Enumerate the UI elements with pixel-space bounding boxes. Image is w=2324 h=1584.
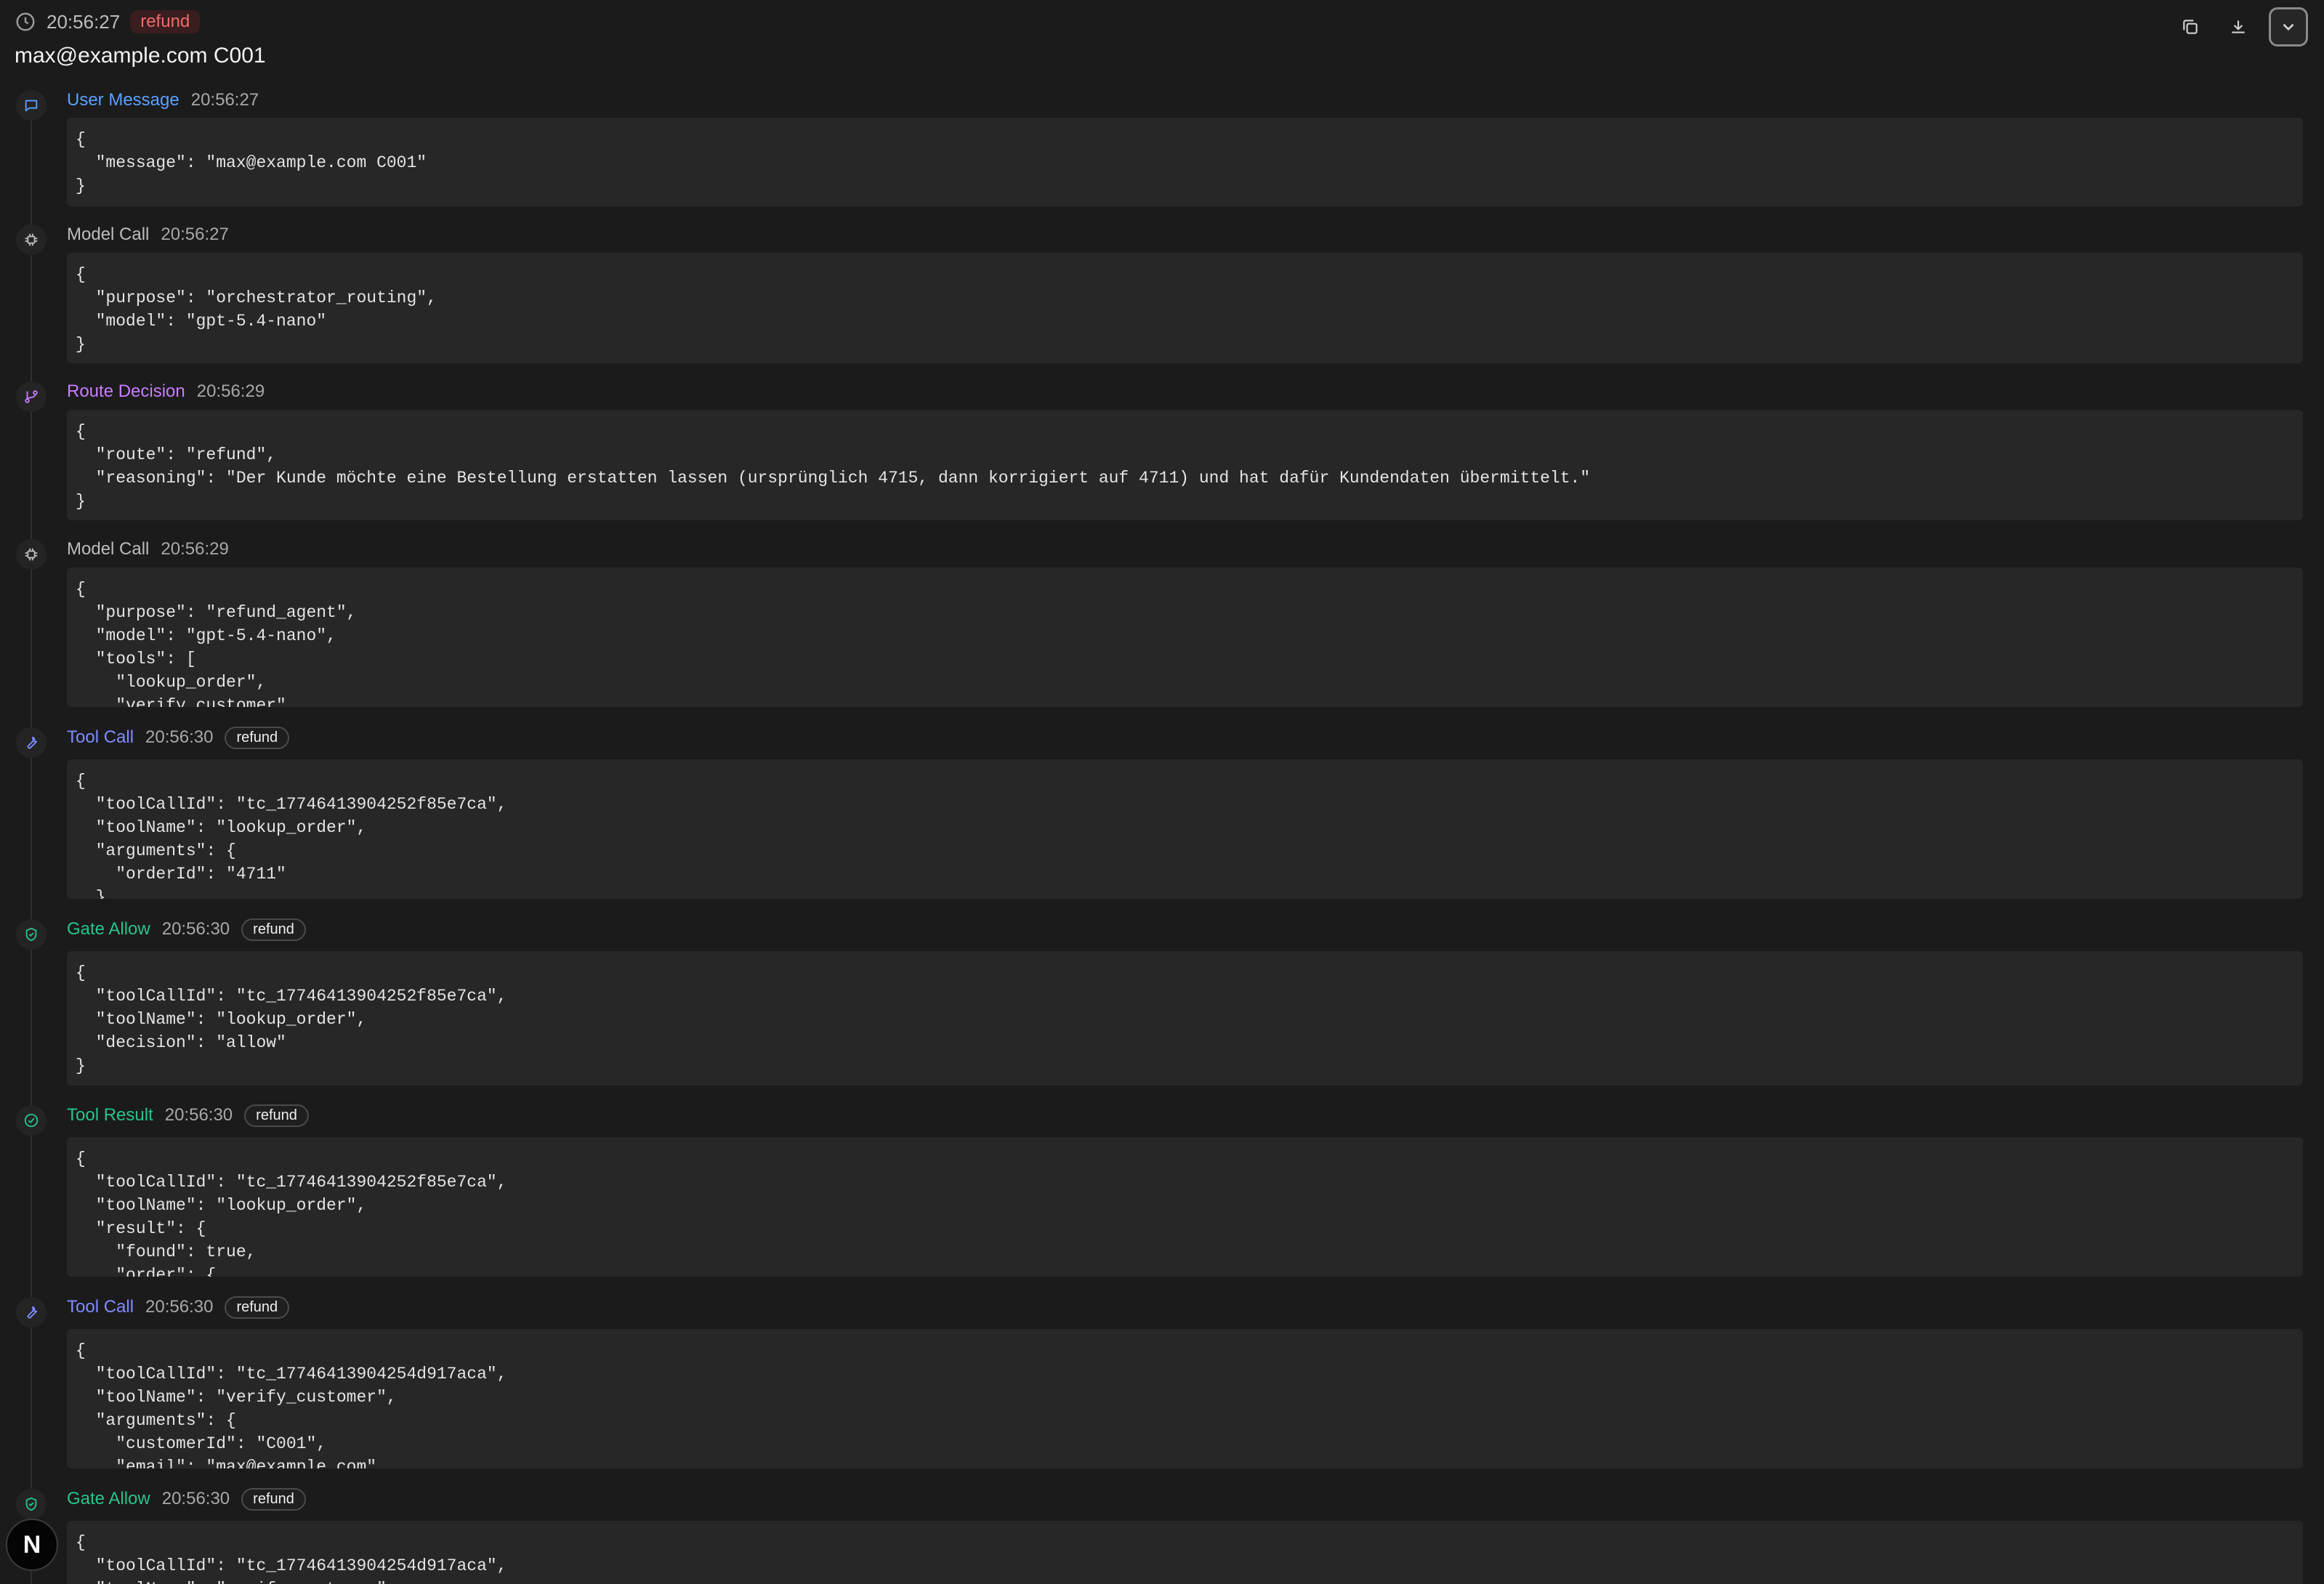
event-payload[interactable]: { "toolCallId": "tc_17746413904252f85e7c… xyxy=(67,1137,2303,1277)
event-type: Gate Allow xyxy=(67,1489,150,1508)
cpu-icon xyxy=(16,539,47,570)
event-json: { "toolCallId": "tc_17746413904252f85e7c… xyxy=(76,772,507,899)
event-header: Gate Allow 20:56:30 refund xyxy=(67,916,306,942)
event-time: 20:56:27 xyxy=(190,90,259,110)
event-payload[interactable]: { "purpose": "orchestrator_routing", "mo… xyxy=(67,253,2303,363)
trace-actions xyxy=(2173,7,2308,47)
event-json: { "message": "max@example.com C001" } xyxy=(76,130,427,195)
cpu-icon xyxy=(16,225,47,255)
app-logo[interactable]: N xyxy=(6,1519,58,1571)
event-type: Tool Call xyxy=(67,1297,134,1317)
event-json: { "purpose": "orchestrator_routing", "mo… xyxy=(76,265,437,354)
download-button[interactable] xyxy=(2221,9,2256,44)
event-header: Gate Allow 20:56:30 refund xyxy=(67,1486,306,1512)
wrench-icon xyxy=(16,727,47,758)
event-json: { "toolCallId": "tc_17746413904254d917ac… xyxy=(76,1341,507,1468)
event-route-tag: refund xyxy=(225,1296,290,1319)
event-time: 20:56:30 xyxy=(161,919,230,939)
event-header: User Message 20:56:27 xyxy=(67,87,259,113)
event-time: 20:56:27 xyxy=(161,225,229,244)
event-time: 20:56:30 xyxy=(164,1105,233,1125)
download-icon xyxy=(2232,20,2245,33)
event-payload[interactable]: { "purpose": "refund_agent", "model": "g… xyxy=(67,567,2303,707)
event-type: Gate Allow xyxy=(67,919,150,939)
event-payload[interactable]: { "message": "max@example.com C001" } xyxy=(67,118,2303,206)
copy-button[interactable] xyxy=(2173,9,2208,44)
event-json: { "toolCallId": "tc_17746413904252f85e7c… xyxy=(76,963,507,1075)
copy-icon xyxy=(2183,20,2198,34)
event-time: 20:56:30 xyxy=(145,727,214,747)
event-time: 20:56:30 xyxy=(145,1297,214,1317)
event-header: Route Decision 20:56:29 xyxy=(67,379,265,405)
event-route-tag: refund xyxy=(244,1104,309,1127)
event-header: Tool Call 20:56:30 refund xyxy=(67,1294,290,1320)
chevron-down-icon xyxy=(2283,23,2294,31)
event-type: User Message xyxy=(67,90,179,110)
collapse-toggle-button[interactable] xyxy=(2269,7,2308,47)
event-payload[interactable]: { "toolCallId": "tc_17746413904252f85e7c… xyxy=(67,759,2303,899)
session-title: max@example.com C001 xyxy=(15,44,266,68)
wrench-icon xyxy=(16,1297,47,1328)
event-json: { "route": "refund", "reasoning": "Der K… xyxy=(76,422,1591,511)
trace-time: 20:56:27 xyxy=(47,10,121,33)
route-badge: refund xyxy=(130,10,201,33)
event-time: 20:56:29 xyxy=(196,381,265,401)
event-header: Tool Call 20:56:30 refund xyxy=(67,724,290,751)
event-json: { "toolCallId": "tc_17746413904254d917ac… xyxy=(76,1533,507,1584)
event-payload[interactable]: { "toolCallId": "tc_17746413904252f85e7c… xyxy=(67,951,2303,1086)
event-type: Route Decision xyxy=(67,381,185,401)
event-route-tag: refund xyxy=(241,1487,306,1511)
event-json: { "toolCallId": "tc_17746413904252f85e7c… xyxy=(76,1149,507,1277)
logo-letter: N xyxy=(23,1530,41,1559)
clock-icon xyxy=(15,11,36,33)
message-icon xyxy=(16,90,47,121)
timeline-line xyxy=(31,102,32,1584)
event-payload[interactable]: { "toolCallId": "tc_17746413904254d917ac… xyxy=(67,1521,2303,1584)
event-header: Model Call 20:56:29 xyxy=(67,536,229,562)
check-circle-icon xyxy=(16,1105,47,1136)
event-type: Tool Result xyxy=(67,1105,153,1125)
event-route-tag: refund xyxy=(241,918,306,941)
git-branch-icon xyxy=(16,381,47,412)
event-json: { "purpose": "refund_agent", "model": "g… xyxy=(76,580,357,707)
event-payload[interactable]: { "route": "refund", "reasoning": "Der K… xyxy=(67,410,2303,520)
trace-header: 20:56:27 refund xyxy=(15,7,201,36)
event-header: Tool Result 20:56:30 refund xyxy=(67,1102,309,1128)
event-time: 20:56:30 xyxy=(161,1489,230,1508)
shield-check-icon xyxy=(16,1489,47,1519)
event-payload[interactable]: { "toolCallId": "tc_17746413904254d917ac… xyxy=(67,1329,2303,1468)
event-type: Tool Call xyxy=(67,727,134,747)
event-time: 20:56:29 xyxy=(161,539,229,559)
shield-check-icon xyxy=(16,919,47,950)
trace-view: 20:56:27 refund max@example.com C001 Use… xyxy=(0,0,2324,1584)
event-route-tag: refund xyxy=(225,726,290,749)
event-header: Model Call 20:56:27 xyxy=(67,222,229,248)
event-type: Model Call xyxy=(67,539,150,559)
event-type: Model Call xyxy=(67,225,150,244)
